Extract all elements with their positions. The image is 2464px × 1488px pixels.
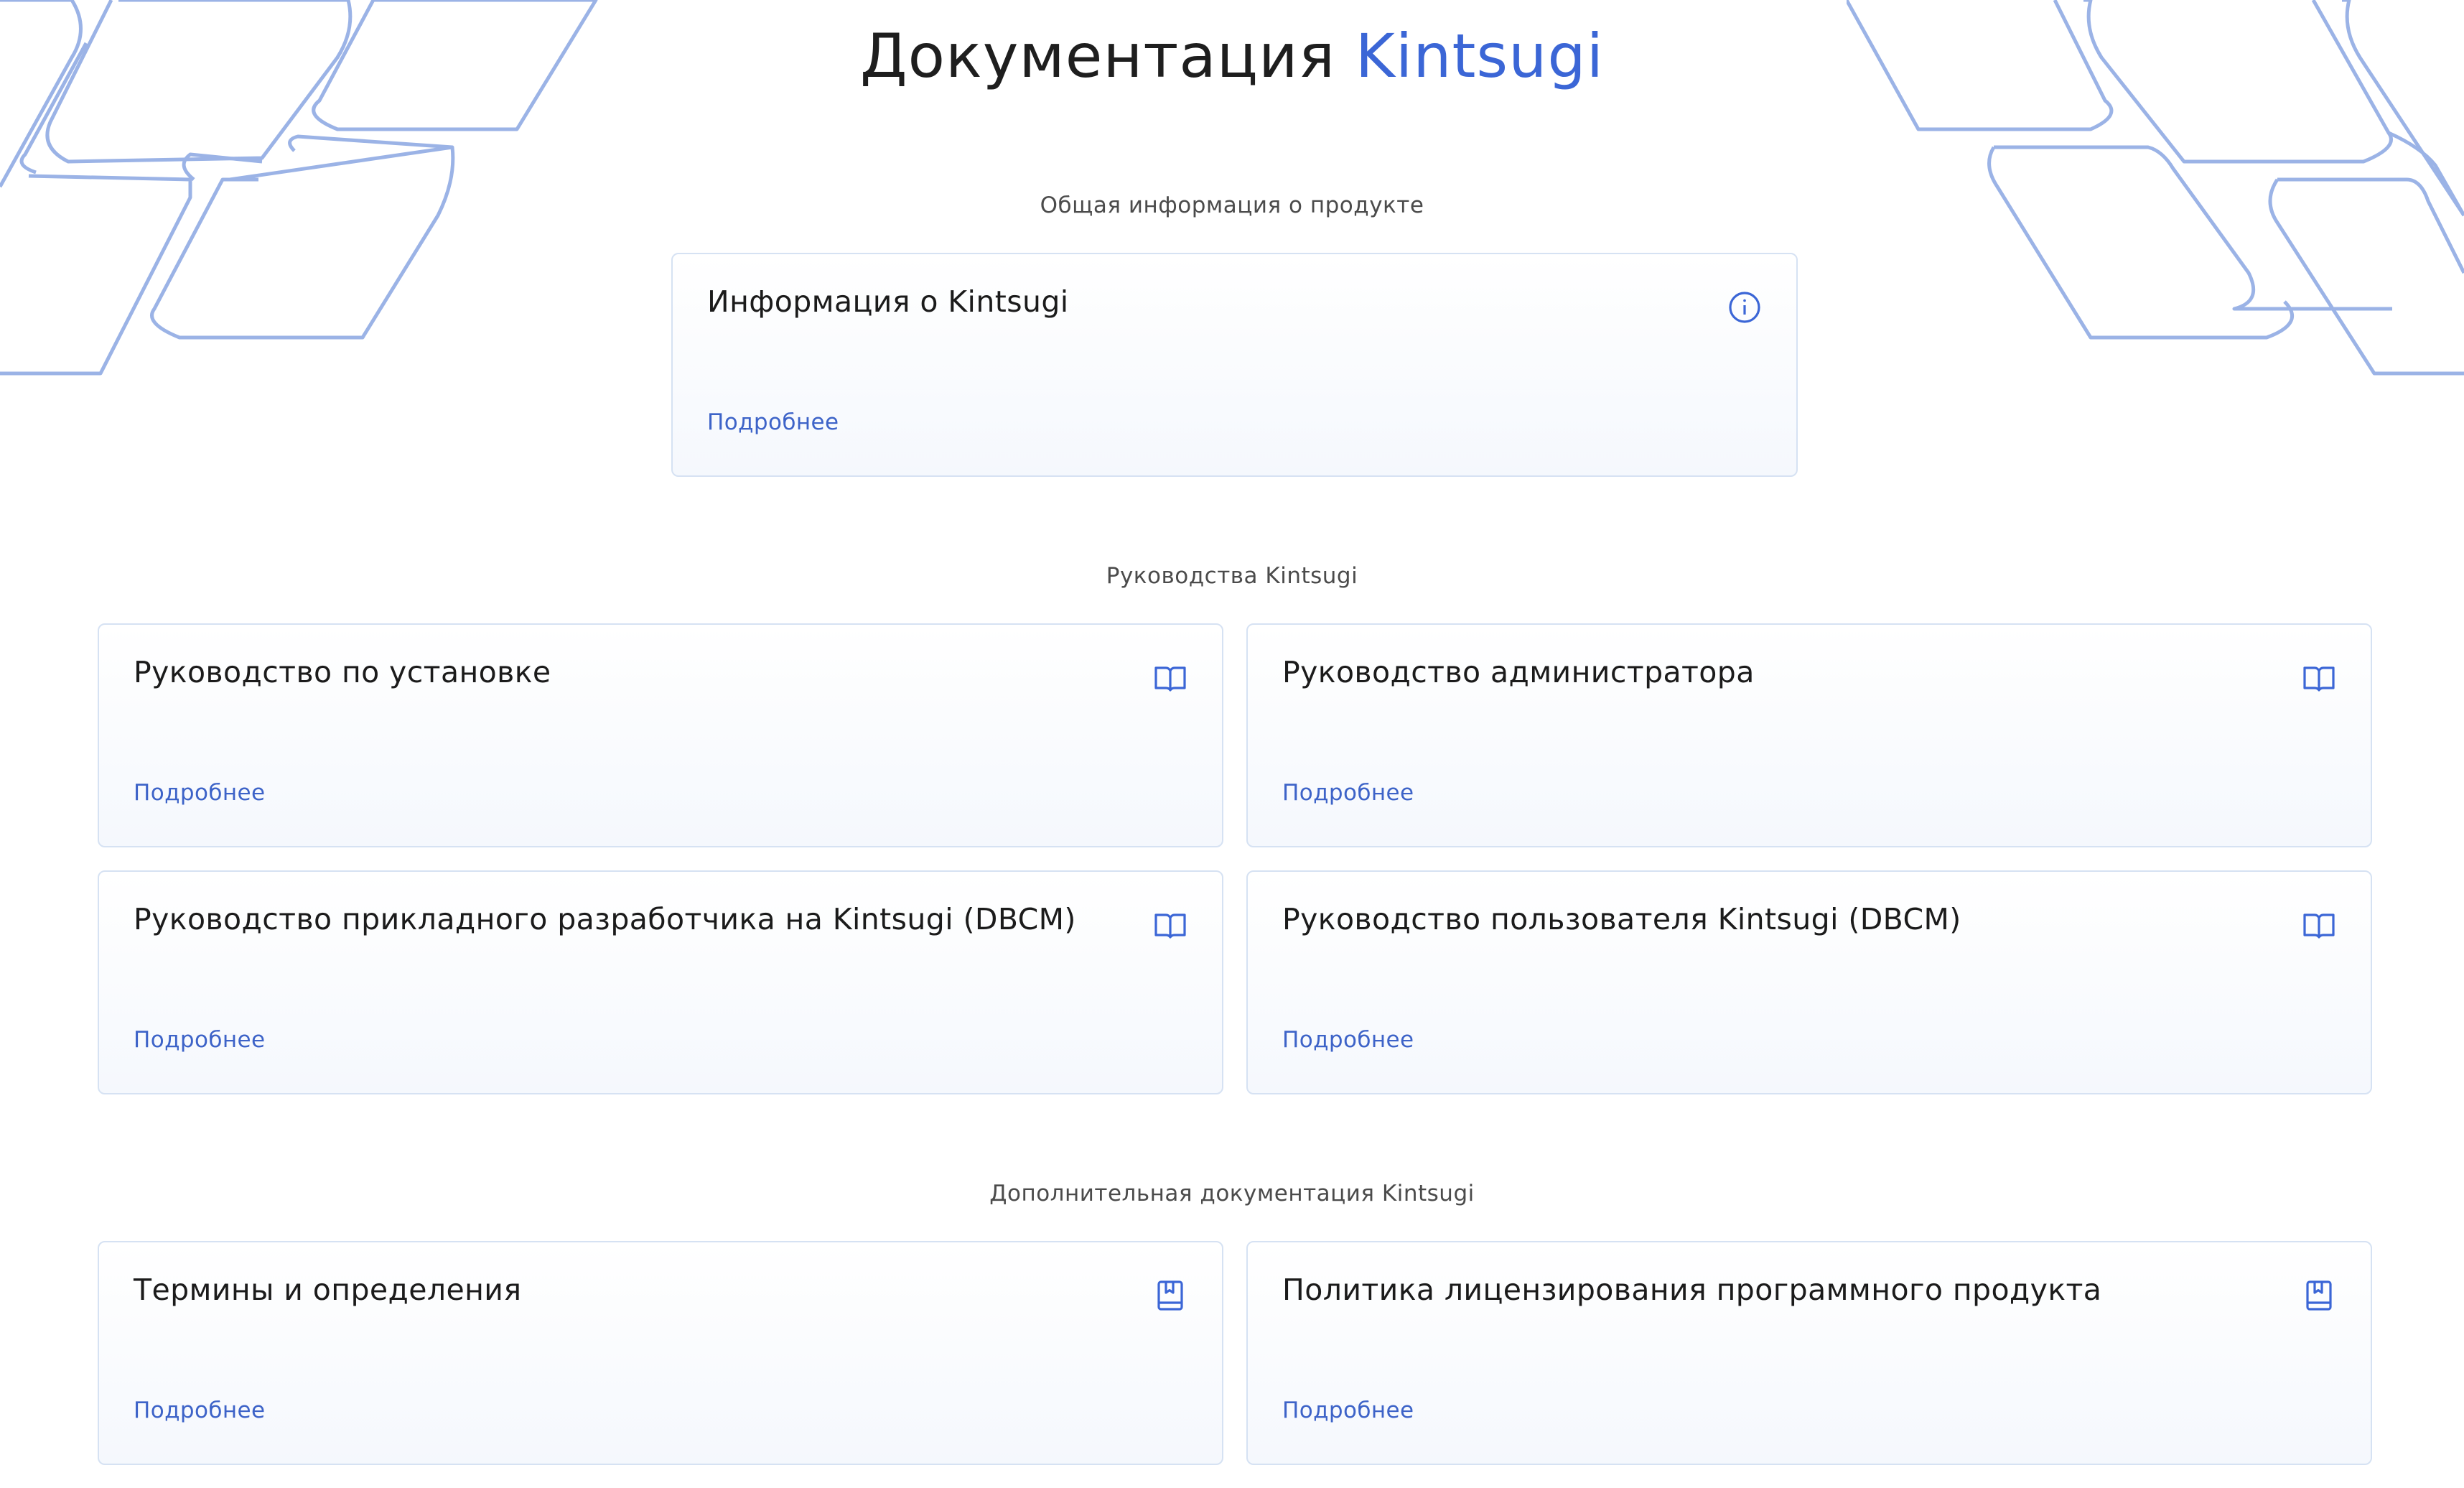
documentation-page: Документация Kintsugi Общая информация о… — [0, 0, 2464, 1488]
section-label-additional-docs: Дополнительная документация Kintsugi — [989, 1181, 1475, 1206]
bookmark-book-icon — [1157, 1280, 1183, 1311]
card-licensing-policy[interactable]: Политика лицензирования программного про… — [1246, 1241, 2372, 1465]
section-label-product-info: Общая информация о продукте — [1040, 192, 1424, 218]
card-installation-guide[interactable]: Руководство по установке Подробнее — [98, 623, 1223, 847]
section-label-guides: Руководства Kintsugi — [1106, 563, 1358, 589]
card-title: Термины и определения — [134, 1273, 522, 1307]
card-title: Политика лицензирования программного про… — [1282, 1273, 2102, 1307]
page-title: Документация Kintsugi — [0, 13, 2464, 99]
card-developer-guide[interactable]: Руководство прикладного разработчика на … — [98, 870, 1223, 1094]
more-link[interactable]: Подробнее — [134, 780, 266, 806]
bookmark-book-icon — [2306, 1280, 2332, 1311]
card-title: Информация о Kintsugi — [707, 284, 1069, 319]
page-title-prefix: Документация — [859, 21, 1336, 91]
info-icon — [1729, 292, 1760, 323]
card-kintsugi-info[interactable]: Информация о Kintsugi Подробнее — [671, 253, 1798, 477]
more-link[interactable]: Подробнее — [707, 409, 839, 435]
card-terms-definitions[interactable]: Термины и определения Подробнее — [98, 1241, 1223, 1465]
more-link[interactable]: Подробнее — [134, 1027, 266, 1053]
card-title: Руководство по установке — [134, 655, 551, 689]
more-link[interactable]: Подробнее — [1282, 1398, 1414, 1423]
book-open-icon — [1154, 913, 1186, 939]
book-open-icon — [2303, 913, 2335, 939]
card-title: Руководство пользователя Kintsugi (DBCM) — [1282, 902, 1961, 936]
more-link[interactable]: Подробнее — [1282, 780, 1414, 806]
more-link[interactable]: Подробнее — [1282, 1027, 1414, 1053]
card-title: Руководство администратора — [1282, 655, 1755, 689]
book-open-icon — [2303, 666, 2335, 692]
page-title-accent: Kintsugi — [1355, 21, 1605, 91]
card-admin-guide[interactable]: Руководство администратора Подробнее — [1246, 623, 2372, 847]
card-title: Руководство прикладного разработчика на … — [134, 902, 1076, 936]
more-link[interactable]: Подробнее — [134, 1398, 266, 1423]
book-open-icon — [1154, 666, 1186, 692]
card-user-guide[interactable]: Руководство пользователя Kintsugi (DBCM)… — [1246, 870, 2372, 1094]
